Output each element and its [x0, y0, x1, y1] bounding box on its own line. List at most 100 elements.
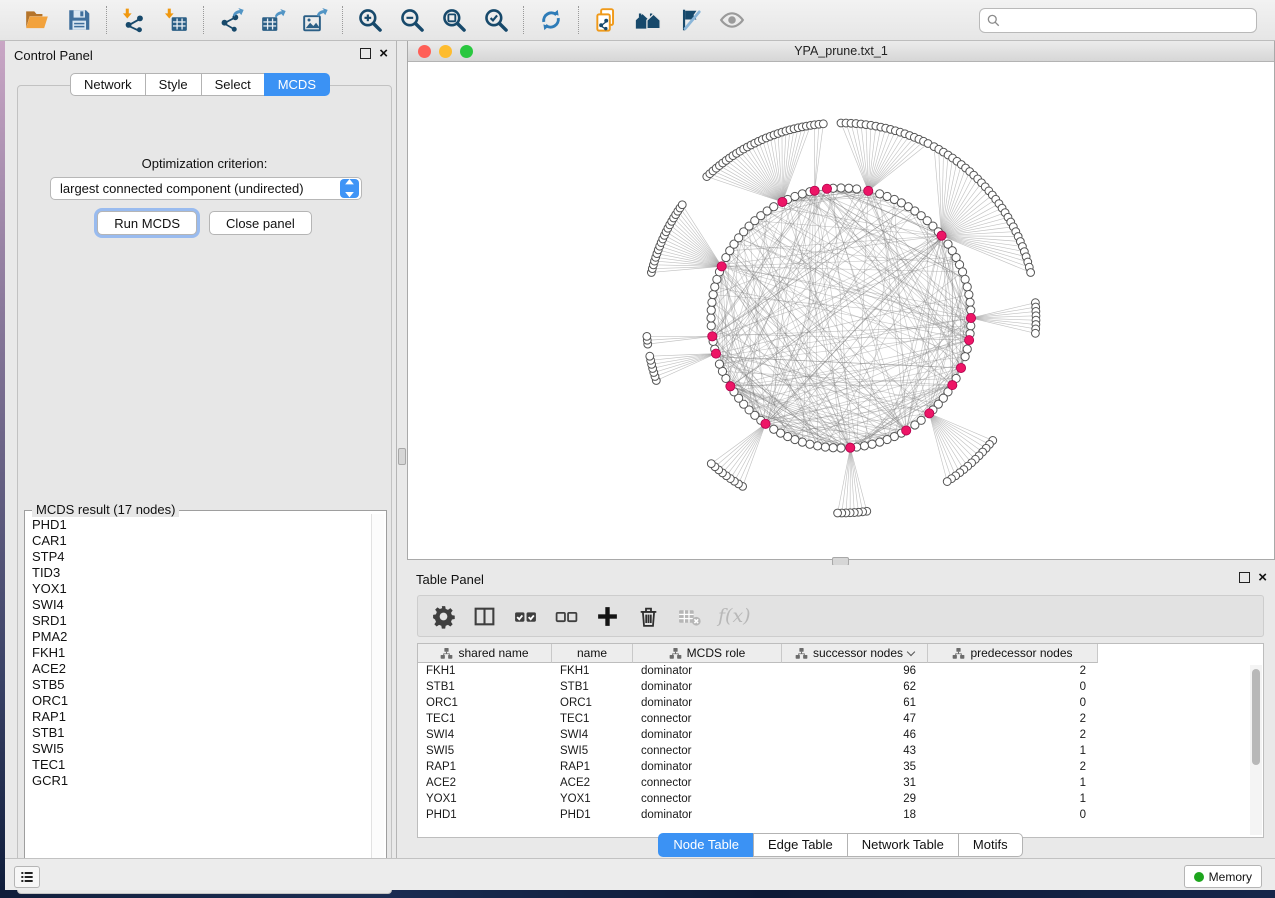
- zoom-out-button[interactable]: [398, 6, 426, 34]
- export-image-button[interactable]: [301, 6, 329, 34]
- mcds-list-scrollbar[interactable]: [371, 514, 384, 878]
- split-panel-icon: [472, 604, 498, 629]
- table-cell: dominator: [633, 695, 782, 711]
- tab-motifs[interactable]: Motifs: [958, 833, 1023, 857]
- list-icon: [17, 869, 37, 885]
- mcds-result-item[interactable]: YOX1: [27, 581, 370, 597]
- table-cell: YOX1: [418, 791, 552, 807]
- table-row[interactable]: SWI4SWI4dominator462: [418, 727, 1263, 743]
- mcds-result-item[interactable]: TEC1: [27, 757, 370, 773]
- run-mcds-button[interactable]: Run MCDS: [97, 211, 197, 235]
- hide-details-button[interactable]: [676, 6, 704, 34]
- table-cell: ORC1: [418, 695, 552, 711]
- table-cell: dominator: [633, 727, 782, 743]
- memory-status-icon: [1194, 872, 1204, 882]
- mcds-result-item[interactable]: ORC1: [27, 693, 370, 709]
- dropdown-stepper-icon: [340, 179, 359, 198]
- close-panel-button[interactable]: Close panel: [209, 211, 312, 235]
- task-history-button[interactable]: [14, 866, 40, 888]
- delete-column-button[interactable]: [635, 602, 663, 630]
- table-row[interactable]: SWI5SWI5connector431: [418, 743, 1263, 759]
- table-row[interactable]: YOX1YOX1connector291: [418, 791, 1263, 807]
- export-table-button[interactable]: [259, 6, 287, 34]
- table-scrollbar[interactable]: [1250, 665, 1262, 835]
- first-neighbors-button[interactable]: [634, 6, 662, 34]
- network-canvas[interactable]: [408, 62, 1274, 558]
- mcds-result-item[interactable]: FKH1: [27, 645, 370, 661]
- table-cell: SWI4: [552, 727, 633, 743]
- table-cell: 18: [782, 807, 928, 823]
- import-table-button[interactable]: [162, 6, 190, 34]
- table-cell: PHD1: [418, 807, 552, 823]
- mcds-result-item[interactable]: SWI5: [27, 741, 370, 757]
- mcds-result-item[interactable]: RAP1: [27, 709, 370, 725]
- tab-network[interactable]: Network: [70, 73, 146, 96]
- tab-mcds[interactable]: MCDS: [264, 73, 330, 96]
- column-label: shared name: [458, 646, 528, 660]
- gear-button[interactable]: [430, 602, 458, 630]
- mcds-result-item[interactable]: STP4: [27, 549, 370, 565]
- save-session-button[interactable]: [65, 6, 93, 34]
- table-row[interactable]: ACE2ACE2connector311: [418, 775, 1263, 791]
- open-file-button[interactable]: [23, 6, 51, 34]
- tab-select[interactable]: Select: [201, 73, 265, 96]
- import-network-button[interactable]: [120, 6, 148, 34]
- mcds-result-item[interactable]: PHD1: [27, 517, 370, 533]
- zoom-selected-button[interactable]: [482, 6, 510, 34]
- column-header-name[interactable]: name: [552, 644, 633, 663]
- mcds-result-item[interactable]: SWI4: [27, 597, 370, 613]
- table-row[interactable]: STB1STB1dominator620: [418, 679, 1263, 695]
- column-label: successor nodes: [813, 646, 903, 660]
- mcds-result-item[interactable]: STB1: [27, 725, 370, 741]
- network-window-titlebar[interactable]: YPA_prune.txt_1: [408, 41, 1274, 62]
- export-network-button[interactable]: [217, 6, 245, 34]
- split-panel-button[interactable]: [471, 602, 499, 630]
- vertical-splitter: [397, 41, 407, 858]
- vertical-splitter-handle[interactable]: [398, 448, 406, 465]
- criterion-select[interactable]: largest connected component (undirected): [50, 177, 362, 200]
- show-details-button[interactable]: [718, 6, 746, 34]
- zoom-fit-button[interactable]: [440, 6, 468, 34]
- tab-style[interactable]: Style: [145, 73, 202, 96]
- table-row[interactable]: FKH1FKH1dominator962: [418, 663, 1263, 679]
- column-header-MCDS-role[interactable]: MCDS role: [633, 644, 782, 663]
- table-cell: connector: [633, 791, 782, 807]
- column-header-successor-nodes[interactable]: successor nodes: [782, 644, 928, 663]
- deselect-all-button[interactable]: [553, 602, 581, 630]
- zoom-selected-icon: [483, 7, 509, 33]
- mcds-result-list[interactable]: PHD1CAR1STP4TID3YOX1SWI4SRD1PMA2FKH1ACE2…: [27, 517, 370, 878]
- save-session-icon: [66, 7, 92, 33]
- mcds-result-item[interactable]: PMA2: [27, 629, 370, 645]
- table-scrollbar-thumb[interactable]: [1252, 669, 1260, 765]
- mcds-result-item[interactable]: ACE2: [27, 661, 370, 677]
- refresh-button[interactable]: [537, 6, 565, 34]
- mcds-result-item[interactable]: TID3: [27, 565, 370, 581]
- search-input[interactable]: [979, 8, 1257, 33]
- float-table-panel-icon[interactable]: [1239, 572, 1250, 583]
- select-all-icon: [513, 604, 539, 629]
- mcds-result-item[interactable]: CAR1: [27, 533, 370, 549]
- mcds-result-item[interactable]: SRD1: [27, 613, 370, 629]
- table-row[interactable]: ORC1ORC1dominator610: [418, 695, 1263, 711]
- column-header-shared-name[interactable]: shared name: [418, 644, 552, 663]
- mcds-result-item[interactable]: STB5: [27, 677, 370, 693]
- tab-edge-table[interactable]: Edge Table: [753, 833, 848, 857]
- tab-network-table[interactable]: Network Table: [847, 833, 959, 857]
- table-cell: connector: [633, 711, 782, 727]
- duplicate-network-button[interactable]: [592, 6, 620, 34]
- close-panel-icon[interactable]: ×: [379, 48, 388, 59]
- table-cell: 35: [782, 759, 928, 775]
- zoom-in-button[interactable]: [356, 6, 384, 34]
- memory-button[interactable]: Memory: [1184, 865, 1262, 888]
- column-header-predecessor-nodes[interactable]: predecessor nodes: [928, 644, 1098, 663]
- node-table-body: FKH1FKH1dominator962STB1STB1dominator620…: [418, 663, 1263, 823]
- table-row[interactable]: TEC1TEC1connector472: [418, 711, 1263, 727]
- close-table-panel-icon[interactable]: ×: [1258, 572, 1267, 583]
- table-row[interactable]: PHD1PHD1dominator180: [418, 807, 1263, 823]
- add-column-button[interactable]: [594, 602, 622, 630]
- table-row[interactable]: RAP1RAP1dominator352: [418, 759, 1263, 775]
- float-panel-icon[interactable]: [360, 48, 371, 59]
- select-all-button[interactable]: [512, 602, 540, 630]
- tab-node-table[interactable]: Node Table: [658, 833, 754, 857]
- mcds-result-item[interactable]: GCR1: [27, 773, 370, 789]
